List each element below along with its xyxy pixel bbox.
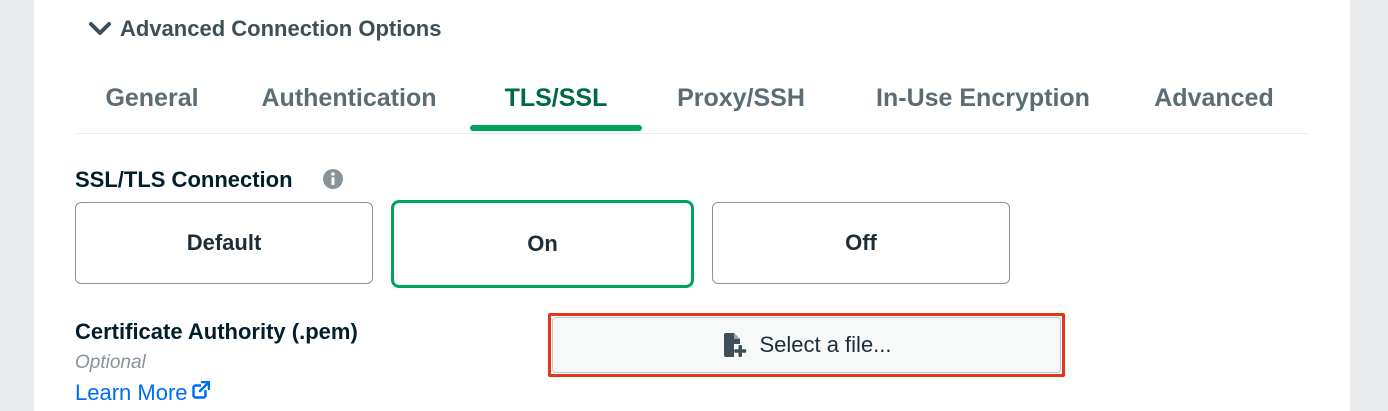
ssl-option-off[interactable]: Off — [712, 202, 1010, 284]
section-title: Advanced Connection Options — [120, 16, 442, 41]
tab-proxy-ssh[interactable]: Proxy/SSH — [656, 66, 826, 130]
ssl-connection-label: SSL/TLS Connection — [75, 167, 293, 192]
tab-general[interactable]: General — [74, 66, 230, 130]
chevron-down-icon — [88, 17, 112, 41]
select-file-label: Select a file... — [759, 332, 892, 357]
learn-more-link[interactable]: Learn More — [75, 380, 210, 406]
ssl-option-on[interactable]: On — [391, 200, 694, 288]
info-icon[interactable] — [322, 168, 344, 190]
tab-tls-ssl[interactable]: TLS/SSL — [470, 66, 642, 130]
external-link-icon — [191, 379, 210, 399]
tab-list: General Authentication TLS/SSL Proxy/SSH… — [74, 66, 1308, 134]
ssl-option-default[interactable]: Default — [75, 202, 373, 284]
tab-in-use-encryption[interactable]: In-Use Encryption — [856, 66, 1110, 130]
learn-more-label: Learn More — [75, 380, 188, 405]
advanced-options-toggle[interactable]: Advanced Connection Options — [88, 14, 441, 44]
tab-advanced[interactable]: Advanced — [1138, 66, 1290, 130]
select-file-button[interactable]: Select a file... — [552, 317, 1061, 373]
certificate-authority-label: Certificate Authority (.pem) — [75, 319, 358, 344]
file-add-icon — [721, 332, 747, 358]
optional-hint: Optional — [75, 352, 146, 373]
active-tab-indicator — [470, 125, 642, 131]
tab-authentication[interactable]: Authentication — [242, 66, 456, 130]
